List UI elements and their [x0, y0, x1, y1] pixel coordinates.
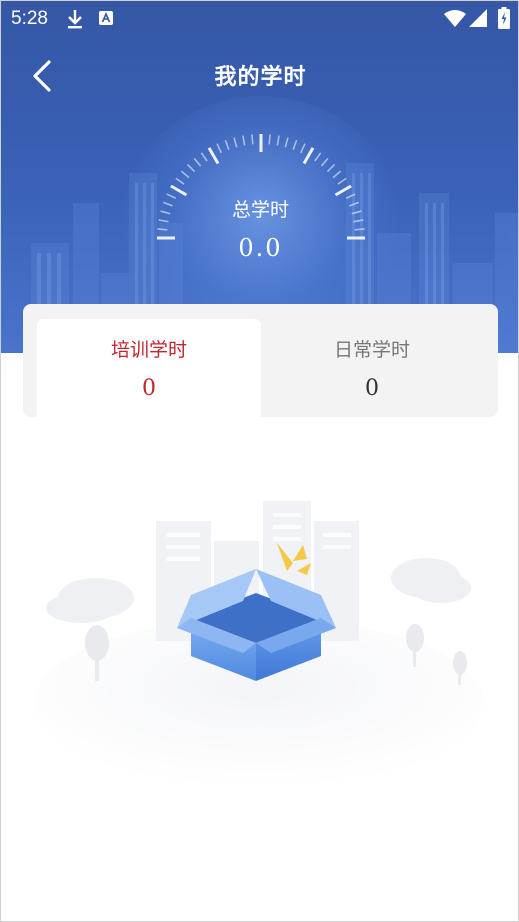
gauge-tick — [300, 143, 306, 154]
wifi-icon — [444, 10, 466, 27]
empty-box-illustration — [34, 501, 484, 788]
gauge-tick — [302, 147, 315, 165]
gauge-tick — [284, 137, 289, 148]
header-hero: 5:28 我的学时 总学时 0.0 — [1, 1, 518, 353]
gauge-tick — [334, 184, 352, 197]
gauge-tick — [216, 143, 222, 154]
tab-training-hours[interactable]: 培训学时 0 — [37, 319, 261, 417]
battery-icon — [498, 7, 510, 29]
total-hours-label: 总学时 — [231, 199, 289, 221]
gauge-tick — [186, 163, 196, 173]
gauge-tick — [157, 228, 168, 231]
gauge-tick — [354, 228, 365, 231]
gauge-tick — [320, 157, 329, 167]
gauge-tick — [180, 170, 190, 179]
tab-training-label: 培训学时 — [110, 339, 187, 361]
tab-daily-label: 日常学时 — [333, 339, 410, 361]
gauge-tick — [207, 147, 220, 165]
gauge-tick — [268, 134, 271, 145]
gauge-tick — [224, 139, 230, 150]
status-bar: 5:28 — [1, 1, 518, 37]
tab-daily-value: 0 — [365, 376, 379, 401]
gauge-tick — [337, 177, 347, 185]
gauge-tick — [332, 170, 342, 179]
tab-training-value: 0 — [142, 376, 156, 401]
total-hours-value: 0.0 — [238, 234, 283, 262]
gauge-tick — [175, 177, 185, 185]
gauge-tick — [193, 157, 202, 167]
gauge-tick — [200, 152, 208, 162]
gauge-tick — [314, 152, 322, 162]
a-icon — [99, 11, 113, 25]
gauge-tick — [276, 135, 280, 146]
gauge-tick — [242, 135, 246, 146]
gauge-tick — [251, 134, 254, 145]
download-icon — [68, 10, 82, 29]
page-title: 我的学时 — [214, 64, 307, 90]
app-screen: 5:28 我的学时 总学时 0.0 培训学时 0 日常学时 0 — [0, 0, 519, 922]
gauge-tick — [170, 184, 188, 197]
signal-icon — [469, 9, 487, 27]
gauge-tick — [233, 137, 238, 148]
hours-tabs-card: 培训学时 0 日常学时 0 — [23, 304, 498, 417]
gauge-tick — [326, 163, 336, 173]
tab-daily-hours[interactable]: 日常学时 0 — [261, 319, 483, 417]
gauge-tick — [292, 139, 298, 150]
status-time: 5:28 — [11, 8, 48, 29]
